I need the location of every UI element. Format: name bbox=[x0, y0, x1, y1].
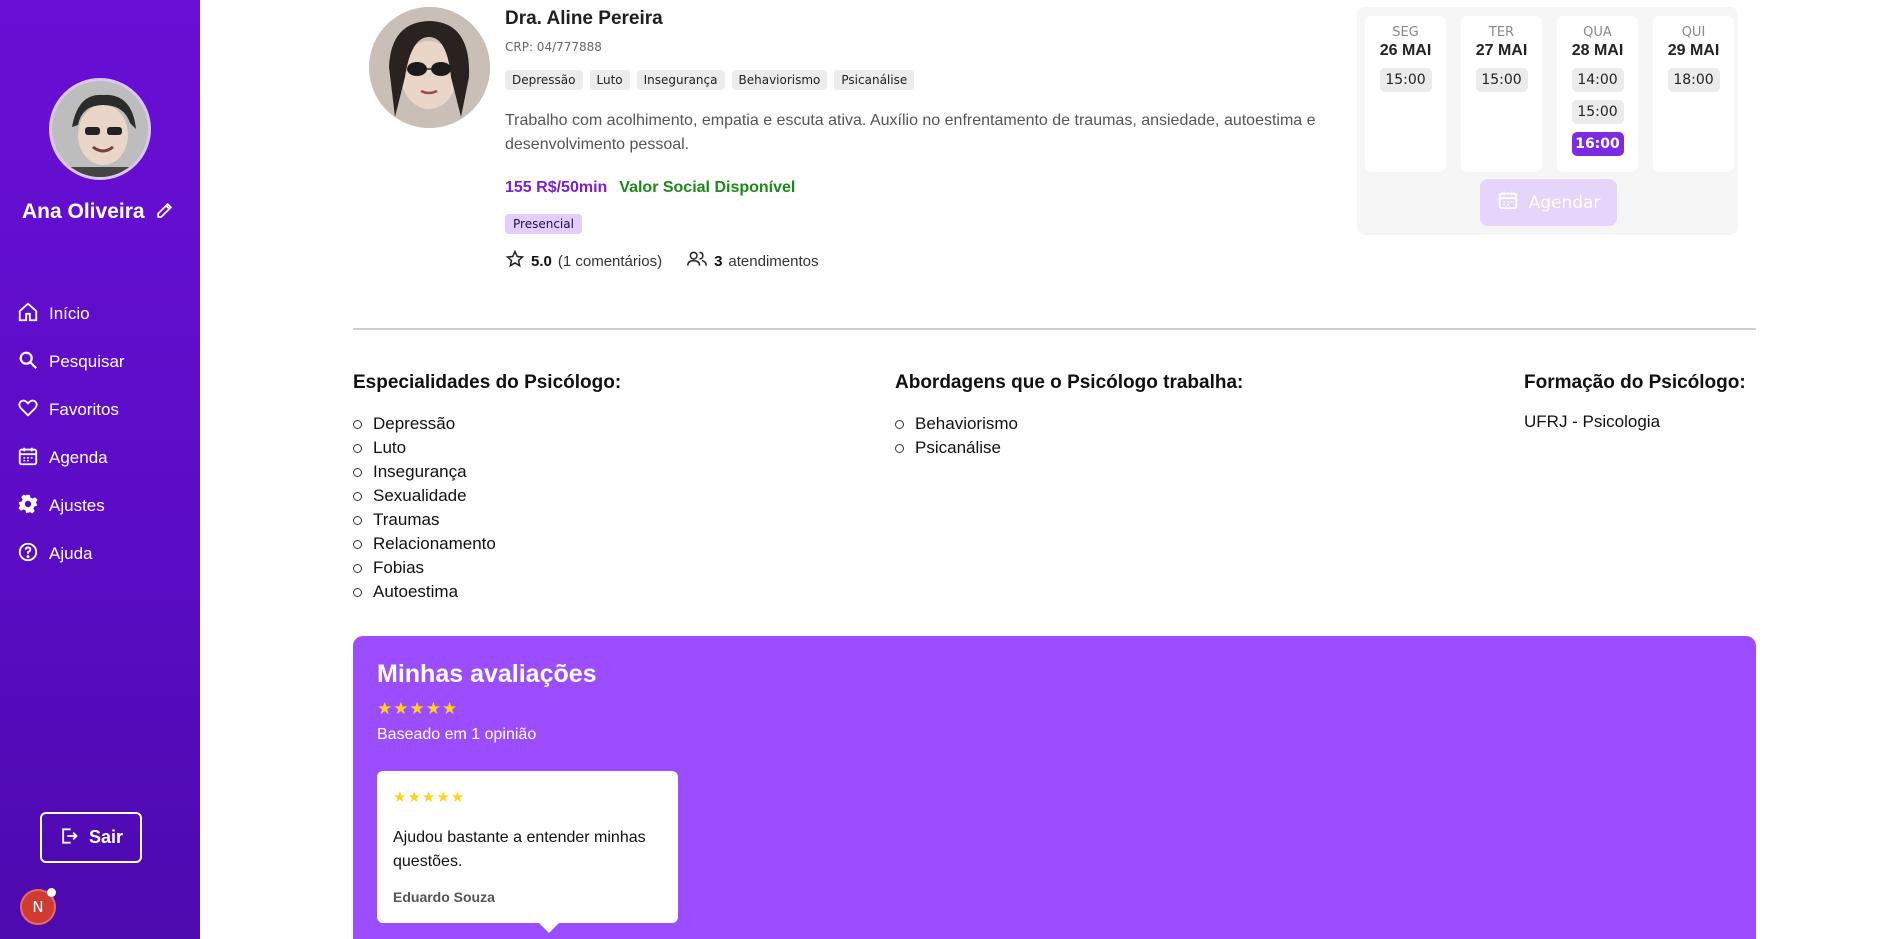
schedule-panel: SEG 26 MAI 15:00 TER 27 MAI 15:00 QUA 28… bbox=[1357, 7, 1738, 235]
list-item: Autoestima bbox=[353, 580, 496, 604]
rating-stat: 5.0 (1 comentários) bbox=[505, 249, 662, 273]
appointments-count: 3 bbox=[714, 252, 723, 270]
appointments-label: atendimentos bbox=[728, 252, 819, 270]
review-text: Ajudou bastante a entender minhas questõ… bbox=[393, 829, 646, 870]
sidebar-item-inicio[interactable]: Início bbox=[17, 290, 187, 338]
tag: Psicanálise bbox=[834, 70, 915, 90]
list-item: Fobias bbox=[353, 556, 496, 580]
approaches-list: Behaviorismo Psicanálise bbox=[895, 412, 1018, 460]
time-slot[interactable]: 15:00 bbox=[1475, 68, 1528, 92]
calendar-icon bbox=[17, 445, 39, 471]
heart-icon bbox=[17, 397, 39, 423]
psychologist-photo bbox=[369, 7, 490, 128]
logout-label: Sair bbox=[88, 827, 124, 847]
rating-value: 5.0 bbox=[531, 252, 552, 270]
notification-dot bbox=[47, 888, 56, 897]
star-icon bbox=[505, 249, 525, 273]
section-divider bbox=[353, 328, 1756, 330]
sidebar-item-label: Ajustes bbox=[49, 496, 105, 515]
list-item: Psicanálise bbox=[895, 436, 1018, 460]
time-slot[interactable]: 15:00 bbox=[1379, 68, 1432, 92]
day-column: QUI 29 MAI 18:00 bbox=[1653, 16, 1734, 172]
sidebar-item-ajustes[interactable]: Ajustes bbox=[17, 482, 187, 530]
help-icon bbox=[17, 541, 39, 567]
comments-count[interactable]: (1 comentários) bbox=[558, 253, 662, 270]
logout-button[interactable]: Sair bbox=[40, 812, 142, 863]
sidebar-item-label: Ajuda bbox=[49, 544, 93, 563]
psychologist-name: Dra. Aline Pereira bbox=[505, 8, 663, 29]
user-name: Ana Oliveira bbox=[22, 200, 145, 223]
time-slot[interactable]: 14:00 bbox=[1571, 68, 1624, 92]
sidebar-item-label: Agenda bbox=[49, 448, 108, 467]
sidebar-item-label: Pesquisar bbox=[49, 352, 125, 371]
list-item: Behaviorismo bbox=[895, 412, 1018, 436]
tag: Behaviorismo bbox=[731, 70, 828, 90]
search-icon bbox=[17, 349, 39, 375]
day-column: TER 27 MAI 15:00 bbox=[1461, 16, 1542, 172]
day-date: 29 MAI bbox=[1667, 42, 1720, 59]
edit-pencil-icon[interactable] bbox=[155, 201, 174, 224]
day-column: QUA 28 MAI 14:00 15:00 16:00 bbox=[1557, 16, 1638, 172]
list-item: Insegurança bbox=[353, 460, 496, 484]
psychologist-description: Trabalho com acolhimento, empatia e escu… bbox=[505, 112, 1316, 153]
education-title: Formação do Psicólogo: bbox=[1524, 372, 1746, 393]
reviews-title: Minhas avaliações bbox=[377, 660, 597, 688]
approaches-title: Abordagens que o Psicólogo trabalha: bbox=[895, 372, 1244, 393]
home-icon bbox=[17, 301, 39, 327]
user-avatar[interactable] bbox=[49, 78, 151, 180]
mode-badge: Presencial bbox=[505, 214, 582, 234]
review-author: Eduardo Souza bbox=[393, 889, 495, 905]
user-name-row: Ana Oliveira bbox=[22, 200, 174, 224]
appointments-stat: 3 atendimentos bbox=[686, 249, 818, 273]
review-stars: ★★★★★ bbox=[393, 788, 466, 806]
day-column: SEG 26 MAI 15:00 bbox=[1365, 16, 1446, 172]
list-item: Luto bbox=[353, 436, 496, 460]
schedule-button[interactable]: Agendar bbox=[1480, 179, 1617, 226]
time-slot[interactable]: 15:00 bbox=[1571, 100, 1624, 124]
schedule-button-label: Agendar bbox=[1528, 192, 1601, 213]
sidebar: Ana Oliveira Início Pesquisar Favoritos … bbox=[0, 0, 200, 939]
tag: Depressão bbox=[505, 70, 583, 90]
day-name: QUI bbox=[1681, 25, 1706, 40]
sidebar-item-pesquisar[interactable]: Pesquisar bbox=[17, 338, 187, 386]
price-row: 155 R$/50min Valor Social Disponível bbox=[505, 179, 795, 197]
sidebar-item-favoritos[interactable]: Favoritos bbox=[17, 386, 187, 434]
day-name: TER bbox=[1488, 25, 1515, 40]
list-item: Depressão bbox=[353, 412, 496, 436]
calendar-icon bbox=[1497, 189, 1519, 216]
specialties-title: Especialidades do Psicólogo: bbox=[353, 372, 622, 393]
list-item: Sexualidade bbox=[353, 484, 496, 508]
psychologist-crp: CRP: 04/777888 bbox=[505, 40, 602, 54]
social-value-label: Valor Social Disponível bbox=[619, 179, 796, 196]
day-name: SEG bbox=[1392, 25, 1419, 40]
price: 155 R$/50min bbox=[505, 179, 608, 196]
specialty-tags: Depressão Luto Insegurança Behaviorismo … bbox=[505, 70, 915, 90]
review-tail bbox=[537, 921, 561, 933]
logout-icon bbox=[59, 826, 79, 850]
specialties-list: Depressão Luto Insegurança Sexualidade T… bbox=[353, 412, 496, 604]
sidebar-item-label: Favoritos bbox=[49, 400, 119, 419]
reviews-stars: ★★★★★ bbox=[377, 699, 459, 719]
time-slot[interactable]: 18:00 bbox=[1667, 68, 1720, 92]
day-date: 27 MAI bbox=[1475, 42, 1528, 59]
stats-row: 5.0 (1 comentários) 3 atendimentos bbox=[505, 249, 818, 273]
users-icon bbox=[686, 249, 708, 273]
education-value: UFRJ - Psicologia bbox=[1524, 412, 1661, 431]
day-name: QUA bbox=[1583, 25, 1612, 40]
sidebar-nav: Início Pesquisar Favoritos Agenda Ajuste… bbox=[17, 290, 187, 578]
list-item: Relacionamento bbox=[353, 532, 496, 556]
reviews-based-on: Baseado em 1 opinião bbox=[377, 726, 537, 743]
review-card: ★★★★★ Ajudou bastante a entender minhas … bbox=[377, 771, 678, 933]
gear-icon bbox=[17, 493, 39, 519]
time-slot-selected[interactable]: 16:00 bbox=[1571, 132, 1624, 156]
sidebar-item-agenda[interactable]: Agenda bbox=[17, 434, 187, 482]
day-date: 26 MAI bbox=[1379, 42, 1432, 59]
sidebar-item-label: Início bbox=[49, 304, 90, 323]
sidebar-item-ajuda[interactable]: Ajuda bbox=[17, 530, 187, 578]
reviews-section: Minhas avaliações ★★★★★ Baseado em 1 opi… bbox=[353, 636, 1756, 939]
day-date: 28 MAI bbox=[1571, 42, 1624, 59]
tag: Insegurança bbox=[636, 70, 725, 90]
tag: Luto bbox=[589, 70, 630, 90]
list-item: Traumas bbox=[353, 508, 496, 532]
